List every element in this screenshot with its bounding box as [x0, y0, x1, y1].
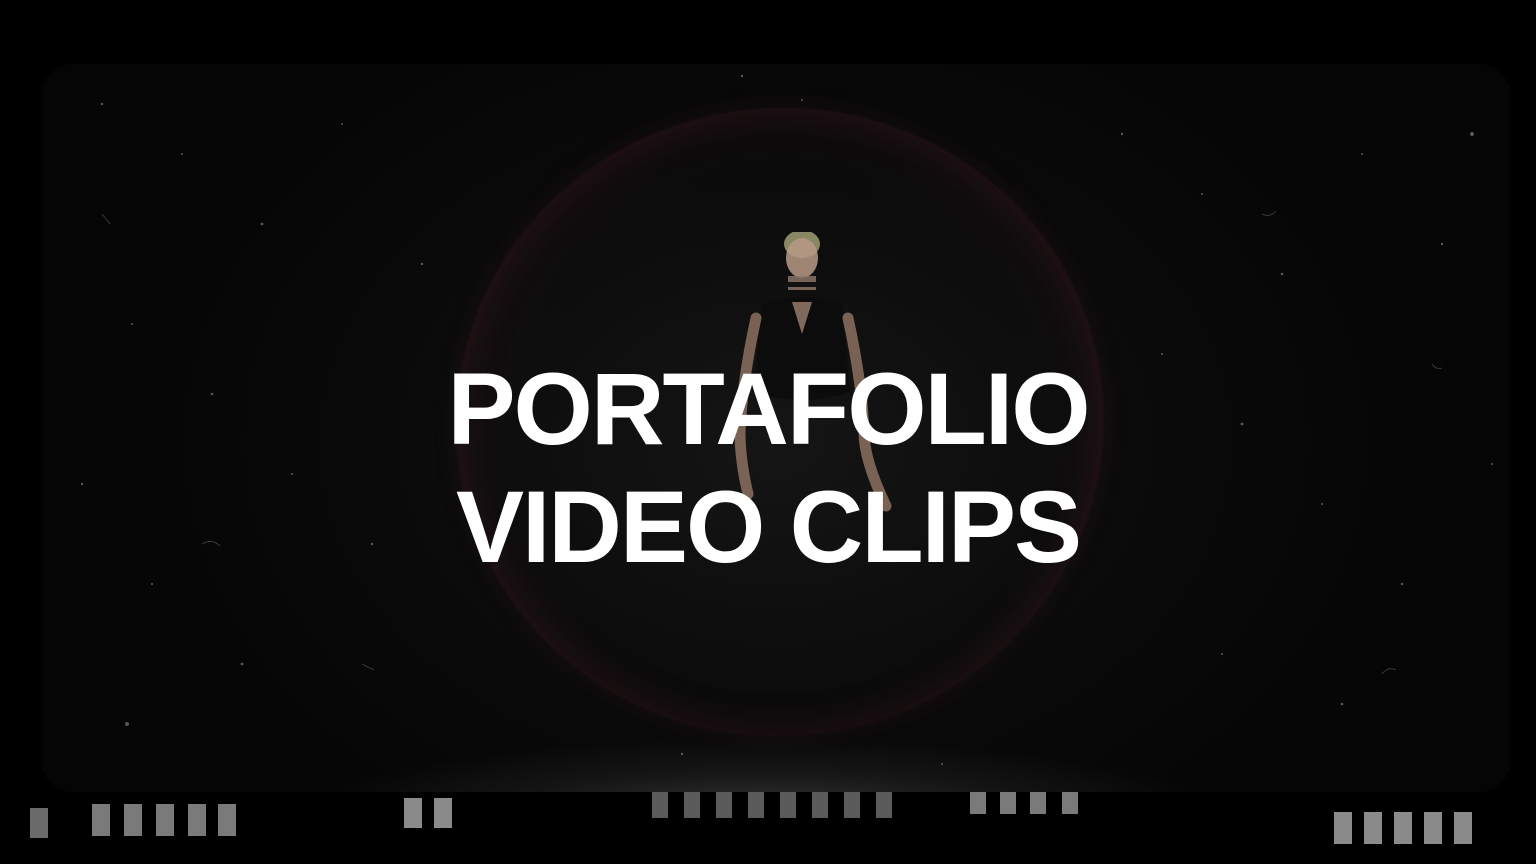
sprocket-hole	[92, 804, 110, 836]
sprocket-hole	[970, 792, 986, 814]
sprocket-hole	[1424, 812, 1442, 844]
page: PORTAFOLIO VIDEO CLIPS	[0, 0, 1536, 864]
sprocket-hole	[748, 792, 764, 818]
sprocket-hole	[652, 792, 668, 818]
sprocket-hole	[156, 804, 174, 836]
sprocket-hole	[684, 792, 700, 818]
sprocket-hole	[30, 808, 48, 838]
sprocket-hole	[876, 792, 892, 818]
title-line-2: VIDEO CLIPS	[455, 470, 1082, 584]
film-border-top	[0, 0, 1536, 40]
sprocket-hole	[188, 804, 206, 836]
sprocket-hole	[716, 792, 732, 818]
sprocket-hole	[780, 792, 796, 818]
sprocket-hole	[434, 798, 452, 828]
sprocket-hole	[812, 792, 828, 818]
sprocket-hole	[1334, 812, 1352, 844]
sprocket-hole	[1062, 792, 1078, 814]
sprocket-hole	[218, 804, 236, 836]
sprocket-hole	[1454, 812, 1472, 844]
sprocket-hole	[1030, 792, 1046, 814]
sprocket-hole	[1394, 812, 1412, 844]
sprocket-hole	[404, 798, 422, 828]
sprocket-hole	[1364, 812, 1382, 844]
sprocket-hole	[844, 792, 860, 818]
sprocket-hole	[124, 804, 142, 836]
sprocket-hole	[1000, 792, 1016, 814]
title-line-1: PORTAFOLIO	[447, 352, 1090, 466]
